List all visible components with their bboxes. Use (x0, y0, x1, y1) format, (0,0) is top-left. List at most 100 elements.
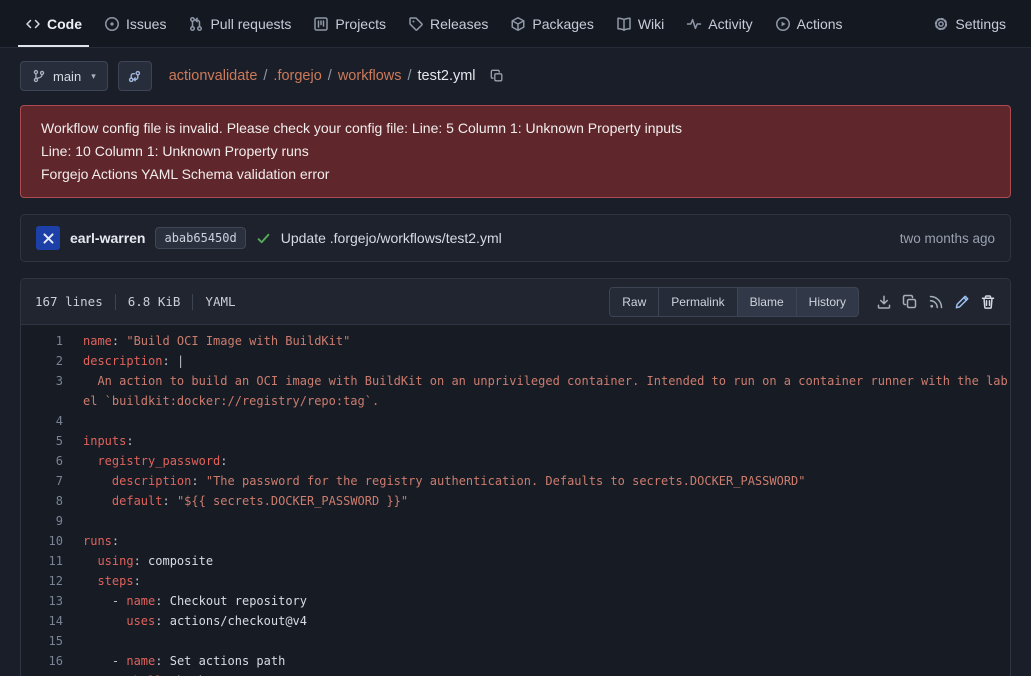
line-number[interactable]: 3 (21, 371, 83, 411)
code-line: 9 (21, 511, 1010, 531)
download-icon[interactable] (876, 294, 892, 310)
tab-wiki[interactable]: Wiki (607, 0, 673, 47)
file-size: 6.8 KiB (128, 294, 181, 309)
play-circle-icon (775, 16, 791, 32)
file-actions: RawPermalinkBlameHistory (609, 287, 996, 317)
line-number[interactable]: 11 (21, 551, 83, 571)
line-content: uses: actions/checkout@v4 (83, 611, 1010, 631)
line-number[interactable]: 5 (21, 431, 83, 451)
tab-activity[interactable]: Activity (677, 0, 761, 47)
line-number[interactable]: 10 (21, 531, 83, 551)
tab-packages[interactable]: Packages (501, 0, 602, 47)
line-number[interactable]: 2 (21, 351, 83, 371)
avatar[interactable] (36, 226, 60, 250)
line-content: default: "${{ secrets.DOCKER_PASSWORD }}… (83, 491, 1010, 511)
commit-sha-badge[interactable]: abab65450d (155, 227, 245, 249)
breadcrumb-separator: / (263, 68, 267, 84)
breadcrumb-segment-workflows[interactable]: workflows (338, 68, 402, 84)
tab-settings[interactable]: Settings (924, 0, 1015, 47)
code-icon (25, 16, 41, 32)
line-number[interactable]: 17 (21, 671, 83, 676)
code-token (83, 494, 112, 508)
code-token: registry_password (97, 454, 220, 468)
commit-message[interactable]: Update .forgejo/workflows/test2.yml (281, 230, 502, 246)
code-token: : (162, 494, 176, 508)
tab-pull-requests[interactable]: Pull requests (179, 0, 300, 47)
rss-icon[interactable] (928, 294, 944, 310)
compare-button[interactable] (118, 61, 152, 91)
git-compare-icon (127, 69, 142, 84)
line-content: - name: Checkout repository (83, 591, 1010, 611)
tab-issues[interactable]: Issues (95, 0, 175, 47)
line-number[interactable]: 14 (21, 611, 83, 631)
tab-actions[interactable]: Actions (766, 0, 852, 47)
line-content: using: composite (83, 551, 1010, 571)
commit-date: two months ago (900, 231, 995, 246)
error-alert: Workflow config file is invalid. Please … (20, 105, 1011, 198)
line-number[interactable]: 8 (21, 491, 83, 511)
breadcrumb-separator: / (328, 68, 332, 84)
code-token: name (83, 334, 112, 348)
tag-icon (408, 16, 424, 32)
tab-label: Packages (532, 16, 593, 32)
code-token (83, 474, 112, 488)
divider (192, 294, 193, 310)
raw-button[interactable]: Raw (609, 287, 659, 317)
code-token: Set actions path (170, 654, 286, 668)
code-line: 13 - name: Checkout repository (21, 591, 1010, 611)
commit-status-check-icon[interactable] (256, 231, 271, 246)
line-number[interactable]: 13 (21, 591, 83, 611)
branch-selector[interactable]: main ▾ (20, 61, 108, 91)
copy-icon[interactable] (902, 294, 918, 310)
line-number[interactable]: 12 (21, 571, 83, 591)
line-content: registry_password: (83, 451, 1010, 471)
breadcrumb-segment--forgejo[interactable]: .forgejo (273, 68, 321, 84)
code-token: : (155, 594, 169, 608)
breadcrumb-segment-actionvalidate[interactable]: actionvalidate (169, 68, 258, 84)
history-button[interactable]: History (797, 287, 859, 317)
code-line: 10runs: (21, 531, 1010, 551)
repo-tab-bar: CodeIssues Pull requests ProjectsReleases P… (0, 0, 1031, 48)
blame-button[interactable]: Blame (738, 287, 797, 317)
code-token: inputs (83, 434, 126, 448)
commit-author[interactable]: earl-warren (70, 230, 145, 246)
code-line: 11 using: composite (21, 551, 1010, 571)
tab-label: Pull requests (210, 16, 291, 32)
file-view: 167 lines 6.8 KiB YAML RawPermalinkBlame… (20, 278, 1011, 676)
delete-icon[interactable] (980, 294, 996, 310)
line-content (83, 411, 1010, 431)
line-number[interactable]: 7 (21, 471, 83, 491)
code-line: 5inputs: (21, 431, 1010, 451)
tab-label: Actions (797, 16, 843, 32)
file-toolbar-row: main ▾ actionvalidate / .forgejo / workflows… (20, 61, 1011, 91)
line-number[interactable]: 9 (21, 511, 83, 531)
breadcrumb: actionvalidate/.forgejo/workflows/test2.… (169, 68, 476, 84)
tab-projects[interactable]: Projects (304, 0, 395, 47)
line-content: description: | (83, 351, 1010, 371)
line-number[interactable]: 4 (21, 411, 83, 431)
chevron-down-icon: ▾ (91, 71, 96, 82)
line-number[interactable]: 1 (21, 331, 83, 351)
edit-icon[interactable] (954, 294, 970, 310)
tab-releases[interactable]: Releases (399, 0, 497, 47)
tab-code[interactable]: Code (16, 0, 91, 47)
code-line: 14 uses: actions/checkout@v4 (21, 611, 1010, 631)
code-token: name (126, 654, 155, 668)
permalink-button[interactable]: Permalink (659, 287, 737, 317)
copy-path-icon[interactable] (490, 69, 504, 83)
code-token: : (112, 534, 119, 548)
line-number[interactable]: 15 (21, 631, 83, 651)
code-token: composite (148, 554, 213, 568)
file-meta: 167 lines 6.8 KiB YAML (35, 294, 236, 310)
line-content (83, 631, 1010, 651)
tab-label: Wiki (638, 16, 664, 32)
line-number[interactable]: 6 (21, 451, 83, 471)
alert-message-line: Line: 10 Column 1: Unknown Property runs (41, 141, 990, 162)
file-view-buttons: RawPermalinkBlameHistory (609, 287, 859, 317)
file-header: 167 lines 6.8 KiB YAML RawPermalinkBlame… (21, 279, 1010, 325)
code-line: 17 shell: bash (21, 671, 1010, 676)
code-token: - (83, 594, 126, 608)
alert-message-line: Forgejo Actions YAML Schema validation e… (41, 164, 990, 185)
code-token: : (155, 614, 169, 628)
line-number[interactable]: 16 (21, 651, 83, 671)
